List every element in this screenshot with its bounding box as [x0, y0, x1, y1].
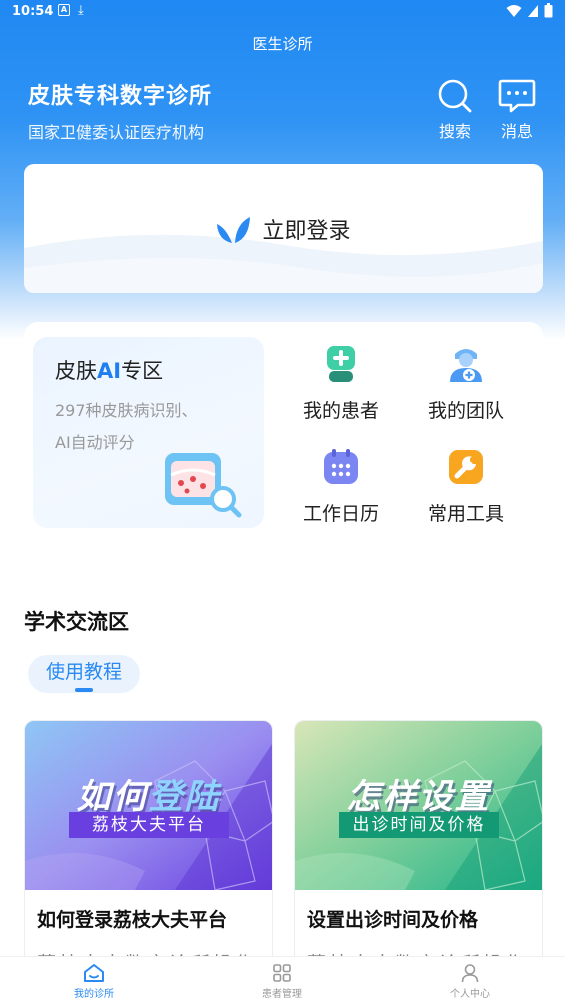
- skin-ai-zone-card[interactable]: 皮肤AI专区 297种皮肤病识别、 AI自动评分: [33, 337, 264, 528]
- course-card[interactable]: 如何登陆 荔枝大夫平台 如何登录荔枝大夫平台 荔枝大夫数字诊所操作: [24, 720, 273, 970]
- my-patients-label: 我的患者: [302, 400, 379, 422]
- user-icon: [461, 964, 479, 983]
- my-team-label: 我的团队: [427, 400, 504, 422]
- message-icon: [498, 79, 536, 113]
- clinic-certification: 国家卫健委认证医疗机构: [28, 123, 205, 142]
- team-icon: [450, 349, 482, 382]
- wifi-icon: [506, 4, 522, 17]
- clinic-name: 皮肤专科数字诊所: [28, 84, 213, 109]
- status-bar: 10:54 A ⤓: [0, 0, 565, 26]
- grid-icon: [273, 964, 291, 982]
- app-a-icon: A: [58, 4, 70, 16]
- nav-patient-management-label: 患者管理: [262, 989, 302, 1000]
- login-card[interactable]: 立即登录: [24, 164, 543, 293]
- common-tools-button[interactable]: 常用工具: [411, 447, 521, 526]
- battery-icon: [544, 3, 553, 18]
- course-thumb-subtitle: 荔枝大夫平台: [69, 812, 229, 838]
- message-button[interactable]: 消息: [494, 78, 540, 142]
- active-tab-indicator: [75, 688, 93, 692]
- nav-personal-center-label: 个人中心: [450, 989, 490, 1000]
- page-title: 医生诊所: [252, 35, 313, 53]
- academic-section-title: 学术交流区: [24, 610, 129, 634]
- ai-zone-desc-line1: 297种皮肤病识别、: [55, 401, 198, 420]
- course-title: 设置出诊时间及价格: [307, 909, 479, 931]
- nav-personal-center[interactable]: 个人中心: [410, 963, 530, 1000]
- message-label: 消息: [500, 122, 533, 141]
- course-title: 如何登录荔枝大夫平台: [37, 909, 228, 931]
- my-team-button[interactable]: 我的团队: [411, 344, 521, 423]
- ai-zone-desc-line2: AI自动评分: [55, 433, 135, 452]
- search-label: 搜索: [438, 122, 471, 141]
- course-card[interactable]: 怎样设置 出诊时间及价格 设置出诊时间及价格 荔枝大夫数字诊所操作: [294, 720, 543, 970]
- nav-my-clinic[interactable]: 我的诊所: [34, 963, 154, 1000]
- home-icon: [84, 964, 104, 982]
- ai-zone-title: 皮肤AI专区: [55, 359, 164, 383]
- course-thumb-title: 怎样设置: [346, 777, 491, 817]
- course-thumbnail: 如何登陆 荔枝大夫平台: [25, 721, 272, 890]
- work-calendar-button[interactable]: 工作日历: [286, 447, 396, 526]
- course-thumb-title: 如何登陆: [76, 777, 221, 817]
- search-icon: [438, 79, 472, 113]
- bottom-navigation: 我的诊所 患者管理 个人中心: [0, 956, 565, 1004]
- course-thumbnail: 怎样设置 出诊时间及价格: [295, 721, 542, 890]
- tab-tutorials-label: 使用教程: [45, 661, 122, 683]
- skin-scan-icon: [165, 453, 242, 518]
- search-button[interactable]: 搜索: [432, 78, 478, 142]
- status-time: 10:54: [12, 4, 54, 19]
- status-indicators: [506, 3, 553, 18]
- calendar-icon: [324, 449, 358, 484]
- course-thumb-subtitle: 出诊时间及价格: [339, 812, 499, 838]
- common-tools-label: 常用工具: [427, 503, 504, 525]
- my-patients-button[interactable]: 我的患者: [286, 344, 396, 423]
- patient-icon: [327, 346, 355, 382]
- wrench-icon: [449, 450, 483, 484]
- work-calendar-label: 工作日历: [302, 503, 379, 525]
- leaf-logo-icon: [217, 216, 251, 243]
- login-label: 立即登录: [262, 218, 351, 244]
- nav-patient-management[interactable]: 患者管理: [222, 963, 342, 1000]
- download-icon: ⤓: [78, 3, 84, 18]
- nav-my-clinic-label: 我的诊所: [74, 989, 114, 1000]
- signal-icon: [528, 4, 538, 17]
